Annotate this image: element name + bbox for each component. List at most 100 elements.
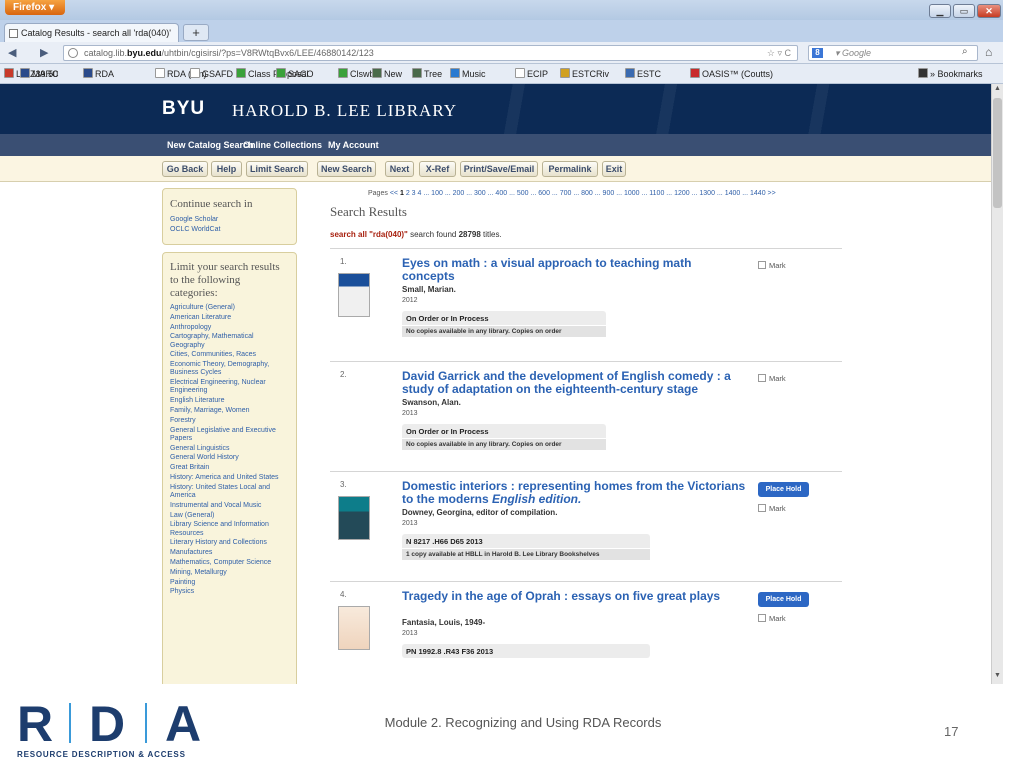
bookmark-star-icon[interactable]: ☆ ▿ C bbox=[767, 46, 791, 60]
mark-checkbox[interactable]: Mark bbox=[758, 504, 786, 513]
bookmark-4[interactable]: GSAFD bbox=[190, 68, 233, 79]
continue-link-0[interactable]: Google Scholar bbox=[170, 216, 296, 224]
page-link-14[interactable]: ... 1000 bbox=[616, 190, 639, 197]
forward-arrow-icon[interactable]: ▶ bbox=[40, 46, 48, 59]
page-link-0[interactable]: << bbox=[390, 190, 398, 197]
scrollbar[interactable]: ▲ ▼ bbox=[991, 84, 1003, 684]
category-link-11[interactable]: General Linguistics bbox=[170, 445, 290, 453]
bookmark-15[interactable]: » Bookmarks bbox=[918, 68, 983, 79]
bookmark-14[interactable]: OASIS™ (Coutts) bbox=[690, 68, 773, 79]
category-link-7[interactable]: English Literature bbox=[170, 397, 290, 405]
page-link-1[interactable]: 1 bbox=[400, 190, 404, 197]
search-icon[interactable]: ⌕ bbox=[962, 46, 968, 57]
close-icon[interactable]: ✕ bbox=[977, 4, 1001, 18]
cover-thumbnail[interactable] bbox=[338, 496, 370, 540]
result-title[interactable]: Eyes on math : a visual approach to teac… bbox=[402, 257, 747, 283]
page-link-12[interactable]: ... 800 bbox=[573, 190, 592, 197]
toolbar-button-1[interactable]: Help bbox=[211, 161, 242, 177]
page-link-3[interactable]: 3 bbox=[412, 190, 416, 197]
minimize-icon[interactable]: ▁ bbox=[929, 4, 951, 18]
page-link-17[interactable]: ... 1300 bbox=[692, 190, 715, 197]
category-link-12[interactable]: General World History bbox=[170, 454, 290, 462]
tab-catalog-results[interactable]: Catalog Results - search all 'rda(040)' bbox=[4, 23, 179, 42]
category-link-15[interactable]: History: United States Local and America bbox=[170, 484, 290, 500]
bookmark-10[interactable]: Music bbox=[450, 68, 486, 79]
place-hold-button[interactable]: Place Hold bbox=[758, 592, 809, 607]
toolbar-button-8[interactable]: Exit bbox=[602, 161, 626, 177]
cover-thumbnail[interactable] bbox=[338, 273, 370, 317]
page-link-5[interactable]: ... 100 bbox=[423, 190, 442, 197]
page-link-2[interactable]: 2 bbox=[406, 190, 410, 197]
checkbox-icon[interactable] bbox=[758, 261, 766, 269]
result-title[interactable]: Domestic interiors : representing homes … bbox=[402, 480, 747, 506]
category-link-14[interactable]: History: America and United States bbox=[170, 474, 290, 482]
category-link-8[interactable]: Family, Marriage, Women bbox=[170, 407, 290, 415]
continue-link-1[interactable]: OCLC WorldCat bbox=[170, 226, 296, 234]
category-link-9[interactable]: Forestry bbox=[170, 417, 290, 425]
page-link-10[interactable]: ... 600 bbox=[531, 190, 550, 197]
category-link-20[interactable]: Manufactures bbox=[170, 549, 290, 557]
category-link-18[interactable]: Library Science and Information Resource… bbox=[170, 521, 290, 537]
category-link-24[interactable]: Physics bbox=[170, 588, 290, 596]
bookmark-1[interactable]: MARC bbox=[20, 68, 59, 79]
toolbar-button-7[interactable]: Permalink bbox=[542, 161, 598, 177]
category-link-5[interactable]: Economic Theory, Demography, Business Cy… bbox=[170, 361, 290, 377]
page-link-15[interactable]: ... 1100 bbox=[642, 190, 665, 197]
scroll-down-icon[interactable]: ▼ bbox=[992, 672, 1003, 683]
scrollbar-thumb[interactable] bbox=[993, 98, 1002, 208]
home-icon[interactable]: ⌂ bbox=[985, 45, 992, 59]
result-title[interactable]: Tragedy in the age of Oprah : essays on … bbox=[402, 590, 747, 603]
category-link-21[interactable]: Mathematics, Computer Science bbox=[170, 559, 290, 567]
page-link-8[interactable]: ... 400 bbox=[488, 190, 507, 197]
checkbox-icon[interactable] bbox=[758, 614, 766, 622]
new-tab-button[interactable]: + bbox=[183, 24, 209, 41]
site-nav-2[interactable]: My Account bbox=[328, 140, 379, 150]
bookmark-7[interactable]: Clswb bbox=[338, 68, 375, 79]
bookmark-9[interactable]: Tree bbox=[412, 68, 442, 79]
bookmark-2[interactable]: RDA bbox=[83, 68, 114, 79]
cover-thumbnail[interactable] bbox=[338, 606, 370, 650]
category-link-19[interactable]: Literary History and Collections bbox=[170, 539, 290, 547]
category-link-4[interactable]: Cities, Communities, Races bbox=[170, 351, 290, 359]
category-link-10[interactable]: General Legislative and Executive Papers bbox=[170, 427, 290, 443]
page-link-4[interactable]: 4 bbox=[418, 190, 422, 197]
bookmark-6[interactable]: SACO bbox=[276, 68, 314, 79]
bookmark-8[interactable]: New bbox=[372, 68, 402, 79]
bookmark-13[interactable]: ESTC bbox=[625, 68, 661, 79]
category-link-6[interactable]: Electrical Engineering, Nuclear Engineer… bbox=[170, 379, 290, 395]
toolbar-button-6[interactable]: Print/Save/Email bbox=[460, 161, 538, 177]
maximize-icon[interactable]: ▭ bbox=[953, 4, 975, 18]
mark-checkbox[interactable]: Mark bbox=[758, 374, 786, 383]
page-link-18[interactable]: ... 1400 bbox=[717, 190, 740, 197]
category-link-22[interactable]: Mining, Metallurgy bbox=[170, 569, 290, 577]
back-arrow-icon[interactable]: ◀ bbox=[8, 46, 16, 59]
result-title[interactable]: David Garrick and the development of Eng… bbox=[402, 370, 747, 396]
site-nav-0[interactable]: New Catalog Search bbox=[167, 140, 254, 150]
page-link-20[interactable]: >> bbox=[768, 190, 776, 197]
category-link-0[interactable]: Agriculture (General) bbox=[170, 304, 290, 312]
checkbox-icon[interactable] bbox=[758, 504, 766, 512]
toolbar-button-5[interactable]: X-Ref bbox=[419, 161, 456, 177]
firefox-menu-button[interactable]: Firefox ▾ bbox=[5, 0, 65, 15]
page-link-16[interactable]: ... 1200 bbox=[666, 190, 689, 197]
byu-logo[interactable]: BYU bbox=[162, 98, 205, 120]
toolbar-button-3[interactable]: New Search bbox=[317, 161, 376, 177]
place-hold-button[interactable]: Place Hold bbox=[758, 482, 809, 497]
checkbox-icon[interactable] bbox=[758, 374, 766, 382]
page-link-13[interactable]: ... 900 bbox=[595, 190, 614, 197]
url-bar[interactable]: catalog.lib.byu.edu/uhtbin/cgisirsi/?ps=… bbox=[63, 45, 798, 61]
category-link-3[interactable]: Cartography, Mathematical Geography bbox=[170, 333, 290, 349]
category-link-1[interactable]: American Literature bbox=[170, 314, 290, 322]
page-link-6[interactable]: ... 200 bbox=[445, 190, 464, 197]
mark-checkbox[interactable]: Mark bbox=[758, 614, 786, 623]
toolbar-button-4[interactable]: Next bbox=[385, 161, 414, 177]
search-input[interactable]: 8 ▾ Google bbox=[808, 45, 978, 61]
category-link-16[interactable]: Instrumental and Vocal Music bbox=[170, 502, 290, 510]
category-link-2[interactable]: Anthropology bbox=[170, 324, 290, 332]
bookmark-11[interactable]: ECIP bbox=[515, 68, 548, 79]
category-link-23[interactable]: Painting bbox=[170, 579, 290, 587]
category-link-17[interactable]: Law (General) bbox=[170, 512, 290, 520]
mark-checkbox[interactable]: Mark bbox=[758, 261, 786, 270]
scroll-up-icon[interactable]: ▲ bbox=[992, 85, 1003, 96]
category-link-13[interactable]: Great Britain bbox=[170, 464, 290, 472]
